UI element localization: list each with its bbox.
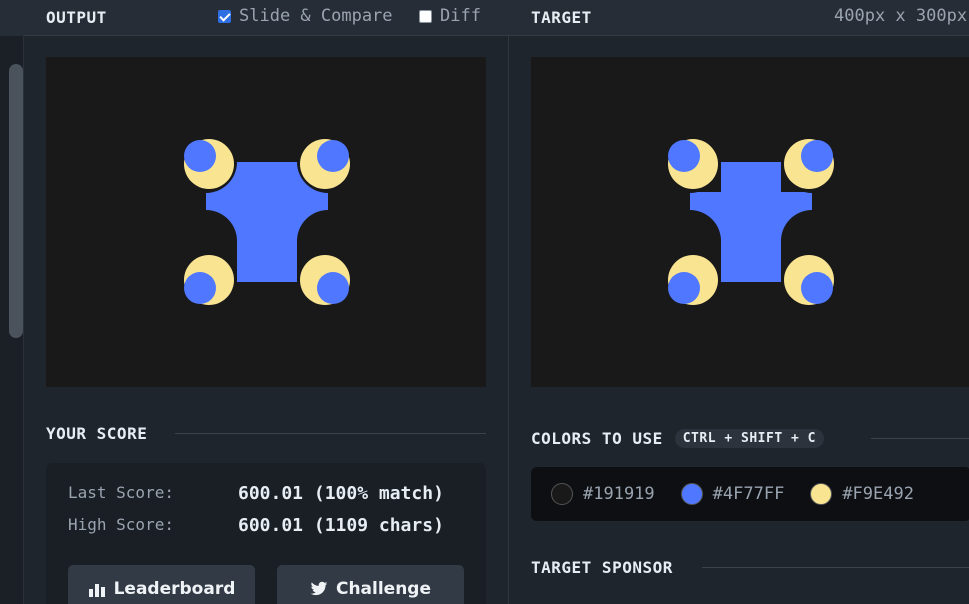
column-divider [508,36,509,604]
blue-disc [668,272,700,304]
target-canvas [531,57,969,387]
last-score-label: Last Score: [68,483,174,502]
high-score-row: High Score: 600.01 (1109 chars) [68,515,444,536]
color-swatch[interactable] [680,483,703,505]
slide-compare-label: Slide & Compare [239,6,393,26]
last-score-row: Last Score: 600.01 (100% match) [68,483,444,504]
color-swatch-item[interactable]: #F9E492 [810,483,914,505]
bar-chart-icon [88,584,105,597]
diff-label: Diff [440,6,481,26]
diff-toggle[interactable]: Diff [419,6,481,26]
colors-title-row: COLORS TO USE CTRL + SHIFT + C [531,429,824,448]
blue-disc [801,140,833,172]
left-gutter [0,0,24,604]
challenge-button[interactable]: Challenge [277,565,464,604]
output-artwork [175,131,359,305]
copy-colors-shortcut: CTRL + SHIFT + C [674,429,824,448]
last-score-value: 600.01 (100% match) [238,483,444,504]
slide-compare-toggle[interactable]: Slide & Compare [218,6,393,26]
header-bar: OUTPUT Slide & Compare Diff TARGET 400px… [24,0,969,36]
your-score-rule [175,433,486,434]
color-hex[interactable]: #F9E492 [842,484,914,504]
target-label: TARGET [531,8,592,27]
blue-disc [184,140,216,172]
diff-checkbox[interactable] [419,9,432,23]
target-sponsor-title: TARGET SPONSOR [531,558,673,577]
high-score-label: High Score: [68,515,174,534]
sponsor-rule [702,567,969,568]
high-score-value: 600.01 (1109 chars) [238,515,444,536]
color-swatch-item[interactable]: #191919 [551,483,655,505]
slide-compare-checkbox[interactable] [218,9,231,23]
color-hex[interactable]: #4F77FF [713,484,785,504]
blue-disc [317,272,349,304]
target-artwork [659,131,843,305]
color-swatch[interactable] [810,483,833,505]
scrollbar-thumb[interactable] [9,64,23,338]
blue-disc [184,272,216,304]
colors-rule [871,438,969,439]
blue-disc [668,140,700,172]
colors-title: COLORS TO USE [531,429,663,448]
challenge-label: Challenge [335,579,432,599]
blue-disc [317,140,349,172]
colors-palette: #191919 #4F77FF #F9E492 [531,467,969,521]
your-score-title: YOUR SCORE [46,424,148,443]
color-swatch-item[interactable]: #4F77FF [680,483,785,505]
color-swatch[interactable] [551,483,573,505]
leaderboard-label: Leaderboard [113,579,236,599]
leaderboard-button[interactable]: Leaderboard [68,565,255,604]
twitter-icon [310,581,328,596]
output-label: OUTPUT [46,8,107,27]
gutter-top [0,0,24,36]
target-dimensions: 400px x 300px [834,6,968,26]
output-canvas[interactable] [46,57,486,387]
blue-disc [801,272,833,304]
color-hex[interactable]: #191919 [583,484,655,504]
